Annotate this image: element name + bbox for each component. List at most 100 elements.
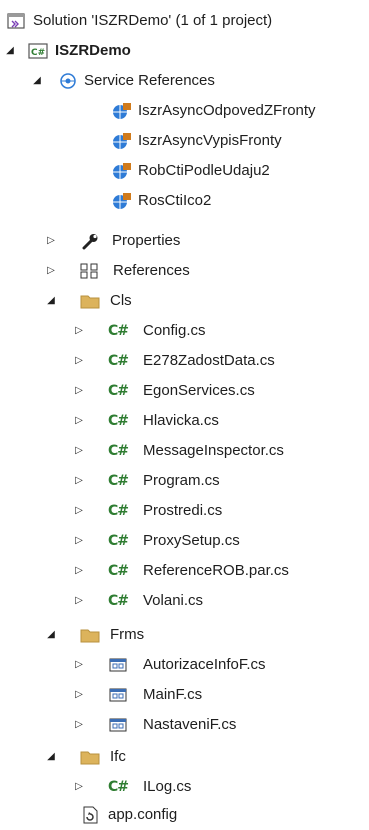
folder-ifc[interactable]: ◢ Ifc bbox=[0, 742, 369, 772]
triangle-collapsed-icon[interactable]: ▷ bbox=[72, 384, 86, 398]
references-node[interactable]: ▷ References bbox=[0, 256, 369, 286]
file-item[interactable]: ▷ MainF.cs bbox=[0, 680, 369, 710]
triangle-collapsed-icon[interactable]: ▷ bbox=[72, 534, 86, 548]
solution-node[interactable]: Solution 'ISZRDemo' (1 of 1 project) bbox=[0, 6, 369, 36]
file-item[interactable]: ▷ C# EgonServices.cs bbox=[0, 376, 369, 406]
folder-icon bbox=[80, 291, 100, 311]
triangle-collapsed-icon[interactable]: ▷ bbox=[72, 780, 86, 794]
csharp-file-icon: C# bbox=[108, 383, 129, 399]
project-node[interactable]: ◢ C# ISZRDemo bbox=[0, 36, 369, 66]
triangle-collapsed-icon[interactable]: ▷ bbox=[72, 414, 86, 428]
csharp-file-icon: C# bbox=[108, 353, 129, 369]
file-item[interactable]: ▷ C# Program.cs bbox=[0, 466, 369, 496]
file-label: ProxySetup.cs bbox=[143, 532, 240, 549]
file-label: EgonServices.cs bbox=[143, 382, 255, 399]
file-item[interactable]: ▷ C# Prostredi.cs bbox=[0, 496, 369, 526]
solution-icon bbox=[6, 11, 26, 31]
service-reference-label: IszrAsyncVypisFronty bbox=[138, 132, 282, 149]
file-item[interactable]: ▷ C# E278ZadostData.cs bbox=[0, 346, 369, 376]
file-label: Prostredi.cs bbox=[143, 502, 223, 519]
service-reference-label: IszrAsyncOdpovedZFronty bbox=[138, 102, 316, 119]
properties-node[interactable]: ▷ Properties bbox=[0, 226, 369, 256]
csharp-file-icon: C# bbox=[108, 413, 129, 429]
service-reference-label: RobCtiPodleUdaju2 bbox=[138, 162, 270, 179]
folder-label: Frms bbox=[110, 626, 145, 643]
solution-label: Solution 'ISZRDemo' (1 of 1 project) bbox=[33, 12, 273, 29]
file-label: Program.cs bbox=[143, 472, 220, 489]
form-file-icon bbox=[108, 655, 128, 675]
folder-icon bbox=[80, 625, 100, 645]
csharp-file-icon: C# bbox=[108, 533, 129, 549]
triangle-expanded-icon[interactable]: ◢ bbox=[44, 628, 58, 642]
csharp-file-icon: C# bbox=[108, 563, 129, 579]
file-label: MainF.cs bbox=[143, 686, 203, 703]
triangle-collapsed-icon[interactable]: ▷ bbox=[72, 354, 86, 368]
references-icon bbox=[80, 261, 100, 281]
triangle-expanded-icon[interactable]: ◢ bbox=[3, 44, 17, 58]
service-reference-item[interactable]: IszrAsyncVypisFronty bbox=[0, 126, 369, 156]
file-item[interactable]: ▷ C# ReferenceROB.par.cs bbox=[0, 556, 369, 586]
web-service-icon bbox=[112, 101, 132, 121]
triangle-collapsed-icon[interactable]: ▷ bbox=[72, 324, 86, 338]
config-file-icon bbox=[80, 805, 100, 825]
service-references-label: Service References bbox=[84, 72, 215, 89]
triangle-collapsed-icon[interactable]: ▷ bbox=[72, 594, 86, 608]
app-config-node[interactable]: app.config bbox=[0, 800, 369, 830]
triangle-collapsed-icon[interactable]: ▷ bbox=[72, 444, 86, 458]
folder-label: Ifc bbox=[110, 748, 126, 765]
triangle-collapsed-icon[interactable]: ▷ bbox=[72, 688, 86, 702]
csharp-file-icon: C# bbox=[108, 779, 129, 795]
file-label: MessageInspector.cs bbox=[143, 442, 284, 459]
file-item[interactable]: ▷ C# Config.cs bbox=[0, 316, 369, 346]
csharp-file-icon: C# bbox=[108, 473, 129, 489]
service-reference-icon bbox=[58, 71, 78, 91]
service-reference-item[interactable]: RosCtiIco2 bbox=[0, 186, 369, 216]
properties-label: Properties bbox=[112, 232, 181, 249]
csharp-file-icon: C# bbox=[108, 443, 129, 459]
references-label: References bbox=[113, 262, 190, 279]
file-label: ReferenceROB.par.cs bbox=[143, 562, 289, 579]
app-config-label: app.config bbox=[108, 806, 178, 823]
file-label: NastaveniF.cs bbox=[143, 716, 237, 733]
file-item[interactable]: ▷ C# ILog.cs bbox=[0, 772, 369, 802]
triangle-collapsed-icon[interactable]: ▷ bbox=[72, 564, 86, 578]
file-label: E278ZadostData.cs bbox=[143, 352, 275, 369]
file-label: Volani.cs bbox=[143, 592, 204, 609]
csharp-file-icon: C# bbox=[108, 593, 129, 609]
csharp-project-icon: C# bbox=[28, 41, 48, 61]
service-reference-item[interactable]: RobCtiPodleUdaju2 bbox=[0, 156, 369, 186]
file-item[interactable]: ▷ C# Volani.cs bbox=[0, 586, 369, 616]
folder-cls[interactable]: ◢ Cls bbox=[0, 286, 369, 316]
file-label: AutorizaceInfoF.cs bbox=[143, 656, 266, 673]
service-reference-label: RosCtiIco2 bbox=[138, 192, 212, 209]
svg-text:C#: C# bbox=[31, 48, 45, 58]
folder-icon bbox=[80, 747, 100, 767]
triangle-collapsed-icon[interactable]: ▷ bbox=[72, 658, 86, 672]
triangle-collapsed-icon[interactable]: ▷ bbox=[44, 264, 58, 278]
folder-frms[interactable]: ◢ Frms bbox=[0, 620, 369, 650]
triangle-collapsed-icon[interactable]: ▷ bbox=[44, 234, 58, 248]
file-item[interactable]: ▷ C# MessageInspector.cs bbox=[0, 436, 369, 466]
file-label: ILog.cs bbox=[143, 778, 192, 795]
triangle-expanded-icon[interactable]: ◢ bbox=[44, 294, 58, 308]
triangle-collapsed-icon[interactable]: ▷ bbox=[72, 474, 86, 488]
triangle-expanded-icon[interactable]: ◢ bbox=[44, 750, 58, 764]
wrench-icon bbox=[80, 231, 100, 251]
file-item[interactable]: ▷ C# ProxySetup.cs bbox=[0, 526, 369, 556]
file-item[interactable]: ▷ C# Hlavicka.cs bbox=[0, 406, 369, 436]
web-service-icon bbox=[112, 131, 132, 151]
solution-explorer-tree: Solution 'ISZRDemo' (1 of 1 project) ◢ C… bbox=[0, 0, 369, 830]
csharp-file-icon: C# bbox=[108, 323, 129, 339]
form-file-icon bbox=[108, 685, 128, 705]
triangle-collapsed-icon[interactable]: ▷ bbox=[72, 504, 86, 518]
service-references-node[interactable]: ◢ Service References bbox=[0, 66, 369, 96]
file-label: Config.cs bbox=[143, 322, 206, 339]
triangle-expanded-icon[interactable]: ◢ bbox=[30, 74, 44, 88]
service-reference-item[interactable]: IszrAsyncOdpovedZFronty bbox=[0, 96, 369, 126]
file-item[interactable]: ▷ AutorizaceInfoF.cs bbox=[0, 650, 369, 680]
csharp-file-icon: C# bbox=[108, 503, 129, 519]
file-item[interactable]: ▷ NastaveniF.cs bbox=[0, 710, 369, 740]
triangle-collapsed-icon[interactable]: ▷ bbox=[72, 718, 86, 732]
form-file-icon bbox=[108, 715, 128, 735]
web-service-icon bbox=[112, 161, 132, 181]
